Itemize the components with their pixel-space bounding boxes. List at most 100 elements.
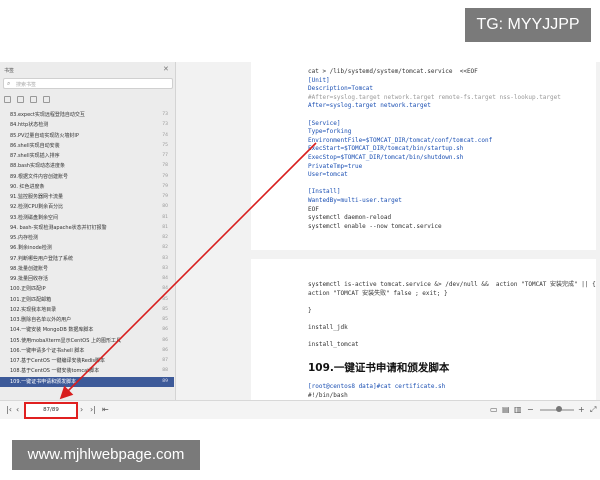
- bookmark-list: 83.expect实现远程登陆自动交互 73 84.http状态检测 73 85.PV过…: [0, 110, 174, 387]
- document-page: cat > /lib/systemd/system/tomcat.service…: [251, 62, 596, 250]
- prev-page-icon[interactable]: ‹: [16, 405, 19, 414]
- bookmark-label: 89.根据文件内容创建账号: [10, 173, 68, 180]
- two-page-view-icon[interactable]: ▥: [514, 405, 522, 414]
- code-line: install_jdk: [308, 323, 348, 331]
- bookmark-page-number: 85: [162, 306, 168, 312]
- code-line: ExecStart=$TOMCAT_DIR/tomcat/bin/startup…: [308, 145, 464, 153]
- bookmark-item[interactable]: 94. bash-实现检测apache状态并钉钉报警 81: [0, 223, 174, 233]
- code-block: cat > /lib/systemd/system/tomcat.service…: [308, 68, 561, 231]
- code-line: [Install]: [308, 188, 341, 196]
- pdf-reader-window: 书签 ✕ ⌕ 搜索书签 83.expect实现远程登陆自动交互 73 84.http…: [0, 62, 600, 419]
- bookmark-item[interactable]: 98.批量创建账号 83: [0, 264, 174, 274]
- bookmark-label: 101.正则匹配邮箱: [10, 296, 52, 303]
- sidebar-toolbar: [4, 96, 50, 104]
- code-line: install_tomcat: [308, 341, 359, 349]
- bookmark-label: 104.一键安装 MongoDB 数据库脚本: [10, 327, 94, 334]
- code-line: PrivateTmp=true: [308, 162, 363, 170]
- bookmark-label: 107.基于CentOS 一键编译安装Redis脚本: [10, 358, 106, 364]
- bookmark-item[interactable]: 100.正则匹配IP 84: [0, 284, 174, 294]
- bookmark-item[interactable]: 107.基于CentOS 一键编译安装Redis脚本 87: [0, 356, 174, 366]
- bookmark-page-number: 74: [162, 132, 168, 138]
- bookmark-page-number: 78: [162, 163, 168, 169]
- bookmark-label: 106.一键申请多个证书shell 脚本: [10, 347, 85, 354]
- bookmark-label: 93.检测磁盘剩余空间: [10, 214, 58, 221]
- zoom-slider-handle[interactable]: [556, 406, 562, 412]
- bookmark-page-number: 79: [162, 183, 168, 189]
- bookmark-item[interactable]: 104.一键安装 MongoDB 数据库脚本 86: [0, 325, 174, 335]
- code-line: After=syslog.target network.target: [308, 102, 431, 110]
- bookmark-label: 83.expect实现远程登陆自动交互: [10, 112, 85, 118]
- search-placeholder: 搜索书签: [16, 82, 37, 88]
- status-bar: |‹ ‹ 87/89 › ›| ⇤ ▭ ▤ ▥ − + ⤢: [0, 400, 600, 419]
- code-line: systemctl is-active tomcat.service &> /d…: [308, 281, 596, 288]
- bookmark-page-number: 80: [162, 204, 168, 210]
- bookmark-item[interactable]: 90. 红色进度条 79: [0, 182, 174, 192]
- bookmark-page-number: 79: [162, 194, 168, 199]
- zoom-out-icon[interactable]: −: [527, 405, 534, 414]
- bookmark-label: 92.检测CPU剩余百分比: [10, 204, 64, 211]
- bookmark-page-number: 79: [162, 173, 168, 179]
- collapse-all-icon[interactable]: [17, 96, 24, 103]
- bookmark-item[interactable]: 84.http状态检测 73: [0, 120, 174, 130]
- code-line: systemctl enable --now tomcat.service: [308, 222, 442, 230]
- add-bookmark-icon[interactable]: [30, 96, 37, 103]
- back-icon[interactable]: ⇤: [102, 405, 109, 414]
- bookmark-page-number: 73: [162, 122, 168, 128]
- bookmark-item[interactable]: 99.批量回收存活 84: [0, 274, 174, 284]
- bookmark-item[interactable]: 96.剩余inode检测 82: [0, 243, 174, 253]
- bookmark-item[interactable]: 91.监控服务器网卡流量 79: [0, 192, 174, 202]
- bookmark-item[interactable]: 101.正则匹配邮箱 85: [0, 295, 174, 305]
- expand-all-icon[interactable]: [4, 96, 11, 103]
- code-line: ExecStop=$TOMCAT_DIR/tomcat/bin/shutdown…: [308, 153, 464, 161]
- bookmark-item[interactable]: 97.判断哪些用户登陆了系统 83: [0, 254, 174, 264]
- continuous-view-icon[interactable]: ▤: [502, 405, 510, 414]
- code-line: #After=syslog.target network.target remo…: [308, 93, 561, 101]
- search-icon: ⌕: [7, 80, 11, 87]
- bookmark-page-number: 86: [162, 337, 168, 343]
- bookmark-item[interactable]: 102.实现我本地目录 85: [0, 305, 174, 315]
- code-line: EnvironmentFile=$TOMCAT_DIR/tomcat/conf/…: [308, 136, 493, 144]
- bookmark-item[interactable]: 106.一键申请多个证书shell 脚本 86: [0, 346, 174, 356]
- bookmark-page-number: 84: [162, 286, 168, 292]
- code-line: EOF: [308, 205, 319, 213]
- last-page-icon[interactable]: ›|: [90, 405, 96, 414]
- bookmark-item[interactable]: 105.使用mobaXterm显示CentOS 上的图形工具 86: [0, 336, 174, 346]
- bookmark-item[interactable]: 86.shell实现自动安装 75: [0, 141, 174, 151]
- bookmark-label: 105.使用mobaXterm显示CentOS 上的图形工具: [10, 337, 121, 344]
- sidebar-close-icon[interactable]: ✕: [163, 65, 169, 73]
- next-page-icon[interactable]: ›: [80, 405, 83, 414]
- bookmark-item[interactable]: 85.PV过量自动实现防火墙封IP 74: [0, 131, 174, 141]
- bookmark-item[interactable]: 108.基于CentOS 一键安装tomcat脚本 88: [0, 366, 174, 376]
- code-line: Description=Tomcat: [308, 85, 374, 93]
- fit-page-icon[interactable]: ⤢: [590, 405, 596, 415]
- bookmark-page-number: 87: [162, 358, 168, 363]
- bookmark-label: 84.http状态检测: [10, 122, 49, 129]
- bookmark-item[interactable]: 93.检测磁盘剩余空间 81: [0, 213, 174, 223]
- bookmark-item[interactable]: 92.检测CPU剩余百分比 80: [0, 202, 174, 212]
- bookmark-page-number: 82: [162, 245, 168, 251]
- first-page-icon[interactable]: |‹: [6, 405, 12, 414]
- bookmark-item[interactable]: 88.bash实现动态进度条 78: [0, 161, 174, 171]
- bookmark-label: 96.剩余inode检测: [10, 245, 52, 252]
- bookmark-item[interactable]: 109.一键证书申请和颁发脚本 89: [0, 376, 174, 387]
- page-indicator: 87/89: [43, 407, 59, 413]
- bookmark-page-number: 83: [162, 265, 168, 271]
- document-view: cat > /lib/systemd/system/tomcat.service…: [176, 62, 600, 400]
- bookmark-label: 94. bash-实现检测apache状态并钉钉报警: [10, 224, 107, 231]
- bookmark-item[interactable]: 95.内存检测 82: [0, 233, 174, 243]
- single-page-view-icon[interactable]: ▭: [490, 405, 498, 414]
- bookmark-page-number: 75: [162, 142, 168, 148]
- bookmark-page-number: 81: [162, 214, 168, 220]
- bookmark-search-input[interactable]: ⌕ 搜索书签: [3, 78, 173, 89]
- bookmark-page-number: 82: [162, 235, 168, 240]
- bookmark-options-icon[interactable]: [43, 96, 50, 103]
- bookmark-item[interactable]: 103.删除自名单以外的用户 85: [0, 315, 174, 325]
- bookmark-label: 102.实现我本地目录: [10, 306, 57, 313]
- zoom-in-icon[interactable]: +: [578, 405, 585, 414]
- page-number-input[interactable]: 87/89: [24, 402, 78, 419]
- bookmark-item[interactable]: 83.expect实现远程登陆自动交互 73: [0, 110, 174, 120]
- bookmark-item[interactable]: 89.根据文件内容创建账号 79: [0, 172, 174, 182]
- bookmark-item[interactable]: 87.shell实现插入排序 77: [0, 151, 174, 161]
